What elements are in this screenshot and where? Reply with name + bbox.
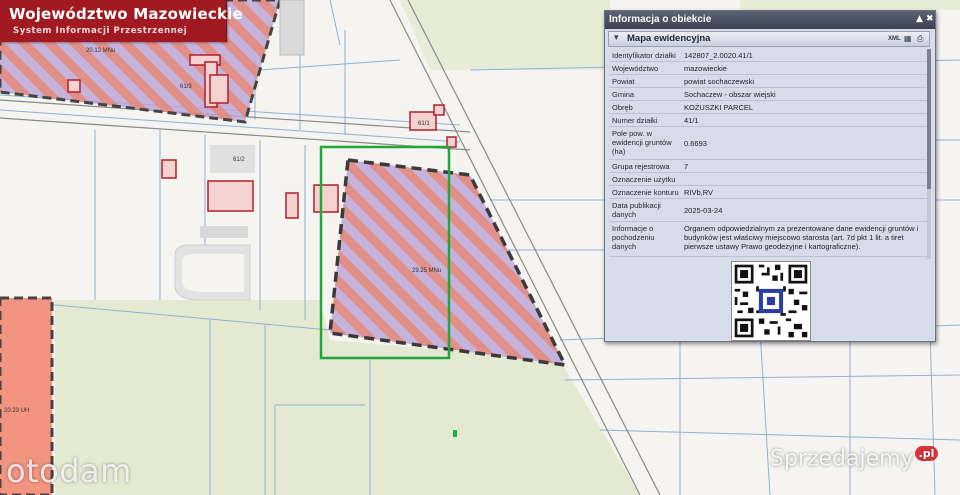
row-label: Informacje o pochodzeniu danych — [612, 224, 655, 251]
green-area — [400, 0, 610, 70]
table-icon[interactable]: ▦ — [904, 33, 912, 44]
banner-title: Województwo Mazowieckie — [9, 5, 243, 23]
zone-label: 29.25 MNu — [412, 268, 441, 274]
row-label: Pole pow. w ewidencji gruntów (ha) — [612, 129, 672, 156]
close-icon[interactable]: ✖ — [926, 14, 934, 25]
row-value: powiat sochaczewski — [684, 77, 755, 86]
row-value: KOŻUSZKI PARCEL — [684, 103, 754, 112]
sprzedajemy-text: Sprzedajemy — [770, 446, 914, 472]
building-gray — [279, 0, 305, 56]
row-label: Numer działki — [612, 116, 658, 125]
row-value: Organem odpowiedzialnym za prezentowane … — [684, 224, 919, 251]
table-row: Obręb KOŻUSZKI PARCEL — [609, 101, 927, 114]
green-area — [740, 0, 960, 10]
row-label: Gmina — [612, 90, 635, 99]
parcel-label: 61/1 — [418, 121, 430, 127]
row-value: 2025-03-24 — [684, 206, 723, 215]
panel-scrollbar[interactable] — [927, 49, 931, 259]
row-value: RIVb,RV — [684, 188, 714, 197]
row-label: Oznaczenie użytku — [612, 175, 676, 184]
section-header[interactable]: ▾ Mapa ewidencyjna XML ▦ ⎙ — [608, 31, 930, 47]
row-value: 7 — [684, 162, 689, 171]
marker — [453, 430, 457, 437]
sprzedajemy-watermark: Sprzedajemy .pl — [770, 446, 939, 472]
panel-header[interactable]: Informacja o obiekcie ▲ ✖ — [605, 11, 935, 29]
table-row: Oznaczenie konturu RIVb,RV — [609, 186, 927, 199]
otodom-watermark: otodam — [6, 452, 132, 490]
table-row: Gmina Sochaczew - obszar wiejski — [609, 88, 927, 101]
zone-label: 20.13 MNu — [86, 48, 115, 54]
xml-button[interactable]: XML — [888, 34, 901, 45]
zone-label: 20.23 UH — [4, 408, 29, 414]
qr-code-icon — [731, 261, 811, 341]
table-row: Pole pow. w ewidencji gruntów (ha) 0.6693 — [609, 127, 927, 160]
banner-subtitle: System Informacji Przestrzennej — [13, 26, 188, 36]
collapse-icon[interactable]: ▾ — [614, 33, 619, 43]
sprzedajemy-tld: .pl — [914, 446, 939, 461]
section-title: Mapa ewidencyjna — [627, 33, 711, 44]
table-row: Informacje o pochodzeniu danych Organem o… — [609, 222, 927, 257]
attribute-table: Identyfikator działki 142807_2.0020.41/1 … — [609, 49, 927, 259]
table-row: Oznaczenie użytku — [609, 173, 927, 186]
row-value: Sochaczew - obszar wiejski — [684, 90, 776, 99]
parcel-label: 61/2 — [233, 157, 245, 163]
panel-title: Informacja o obiekcie — [609, 14, 712, 25]
row-label: Data publikacji danych — [612, 201, 661, 219]
scroll-thumb[interactable] — [927, 49, 931, 189]
row-label: Województwo — [612, 64, 659, 73]
parcel-label: 61/3 — [180, 84, 192, 90]
row-label: Obręb — [612, 103, 633, 112]
object-info-panel: Informacja o obiekcie ▲ ✖ ▾ Mapa ewidenc… — [604, 10, 936, 342]
row-label: Powiat — [612, 77, 635, 86]
table-row: Powiat powiat sochaczewski — [609, 75, 927, 88]
table-row: Grupa rejestrowa 7 — [609, 160, 927, 173]
row-label: Oznaczenie konturu — [612, 188, 679, 197]
row-value: 0.6693 — [684, 139, 707, 148]
minimize-icon[interactable]: ▲ — [916, 14, 923, 25]
table-row: Data publikacji danych 2025-03-24 — [609, 199, 927, 222]
row-value: mazowieckie — [684, 64, 727, 73]
row-label: Grupa rejestrowa — [612, 162, 670, 171]
print-icon[interactable]: ⎙ — [917, 33, 923, 44]
table-row: Identyfikator działki 142807_2.0020.41/1 — [609, 49, 927, 62]
app-banner: Województwo Mazowieckie System Informacj… — [0, 0, 243, 42]
row-label: Identyfikator działki — [612, 51, 676, 60]
row-value: 41/1 — [684, 116, 699, 125]
table-row: Województwo mazowieckie — [609, 62, 927, 75]
table-row: Numer działki 41/1 — [609, 114, 927, 127]
row-value: 142807_2.0020.41/1 — [684, 51, 753, 60]
